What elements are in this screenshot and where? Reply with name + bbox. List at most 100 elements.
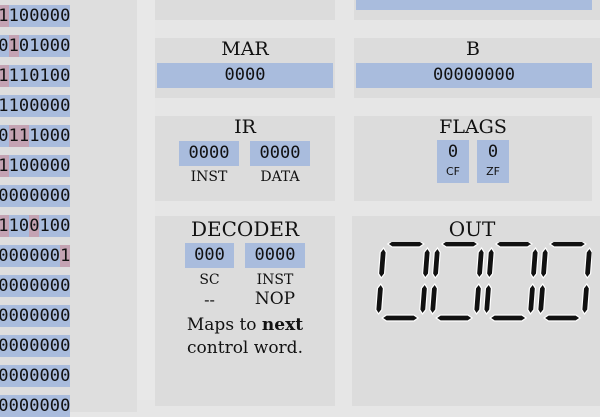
memory-row: 10101000 [0, 35, 72, 57]
memory-bit: 0 [18, 5, 30, 27]
decoder-inst-name: NOP [254, 289, 296, 309]
memory-bit: 1 [29, 125, 40, 147]
memory-bit: 0 [39, 245, 51, 267]
mar-panel: MAR 0000 [155, 38, 335, 98]
memory-bit: 0 [0, 275, 9, 297]
flag-zf: 0 ZF [477, 140, 509, 183]
display-segment [529, 246, 539, 280]
memory-row: 00000000 [0, 395, 72, 417]
memory-bit: 0 [18, 95, 30, 117]
out-panel: OUT [352, 216, 600, 406]
memory-bit: 0 [29, 185, 40, 207]
memory-bit: 1 [39, 65, 51, 87]
display-segment [583, 246, 592, 280]
memory-bit: 0 [49, 155, 61, 177]
memory-bit: 0 [0, 395, 9, 417]
display-segment [419, 282, 429, 316]
memory-bit: 0 [29, 155, 40, 177]
memory-bit: 0 [39, 365, 51, 387]
display-segment [435, 314, 474, 322]
memory-bit: 0 [49, 185, 61, 207]
memory-bit: 0 [60, 335, 71, 357]
memory-bit: 1 [0, 215, 9, 237]
ir-data-label: DATA [260, 169, 300, 185]
memory-bit: 0 [0, 35, 9, 57]
memory-bit: 0 [29, 5, 40, 27]
memory-bit: 0 [60, 95, 71, 117]
memory-bit: 0 [49, 215, 61, 237]
ir-data-value: 0000 [250, 141, 310, 166]
memory-bit: 0 [49, 125, 61, 147]
memory-bit: 0 [8, 245, 20, 267]
memory-bit: 0 [18, 155, 30, 177]
memory-bit: 0 [8, 185, 20, 207]
decoder-title: DECODER [190, 217, 300, 241]
memory-bit: 0 [49, 305, 61, 327]
display-segment [527, 282, 537, 316]
memory-panel: 1110000010101000111101001110000010111000… [0, 0, 137, 417]
memory-bit: 0 [39, 35, 51, 57]
memory-bit: 0 [39, 335, 51, 357]
decoder-note: Maps to next control word. [155, 314, 335, 360]
memory-bit: 1 [0, 95, 9, 117]
display-segment [539, 246, 549, 280]
memory-bit: 0 [39, 125, 51, 147]
decoder-note-post: control word. [187, 338, 303, 358]
memory-bit: 0 [60, 35, 71, 57]
display-segment [431, 246, 441, 280]
display-segment [548, 242, 587, 248]
memory-bit: 0 [39, 185, 51, 207]
memory-bit: 0 [60, 185, 71, 207]
memory-bit: 0 [29, 395, 40, 417]
memory-bit: 0 [29, 65, 40, 87]
memory-bit: 0 [60, 305, 71, 327]
memory-bit: 0 [49, 335, 61, 357]
top-left-panel [155, 0, 335, 20]
decoder-inst-label: INST [256, 272, 294, 288]
display-segment [386, 242, 425, 248]
memory-bit: 0 [0, 245, 9, 267]
memory-bit: 0 [18, 305, 30, 327]
memory-row: 11100000 [0, 95, 72, 117]
memory-bit: 0 [8, 365, 20, 387]
display-segment [543, 314, 582, 322]
memory-bit: 0 [49, 245, 61, 267]
memory-bit: 0 [49, 365, 61, 387]
memory-bit: 0 [0, 305, 9, 327]
memory-bit: 0 [60, 5, 71, 27]
memory-bit: 0 [29, 365, 40, 387]
memory-bit: 0 [29, 245, 40, 267]
memory-bit: 0 [18, 365, 30, 387]
memory-bit: 0 [39, 395, 51, 417]
memory-bit: 0 [29, 215, 40, 237]
memory-bit: 0 [49, 395, 61, 417]
memory-bit: 0 [60, 395, 71, 417]
decoder-sc-text: -- [204, 290, 215, 309]
memory-bit: 0 [49, 275, 61, 297]
ir-inst-value: 0000 [179, 141, 239, 166]
memory-bit: 0 [0, 185, 9, 207]
memory-row: 11100000 [0, 155, 72, 177]
memory-row: 00000000 [0, 185, 72, 207]
display-segment [485, 246, 495, 280]
memory-bit: 1 [29, 35, 40, 57]
memory-bit: 0 [8, 395, 20, 417]
memory-row: 00000000 [0, 365, 72, 387]
memory-bit: 1 [0, 155, 9, 177]
memory-bit: 1 [8, 125, 20, 147]
memory-bit: 1 [8, 155, 20, 177]
divider [137, 0, 155, 400]
memory-bit: 0 [29, 335, 40, 357]
memory-bit: 0 [60, 215, 71, 237]
memory-bit: 0 [18, 395, 30, 417]
flag-zf-label: ZF [486, 165, 500, 178]
flags-title: FLAGS [439, 116, 507, 138]
memory-bit: 1 [0, 5, 9, 27]
memory-bit: 0 [18, 245, 30, 267]
display-segment [440, 242, 479, 248]
top-register-value: 00000000 [356, 0, 592, 10]
ir-inst-label: INST [190, 169, 228, 185]
display-segment [537, 282, 547, 316]
flags-panel: FLAGS 0 CF 0 ZF [354, 116, 592, 201]
display-segment [381, 314, 420, 322]
